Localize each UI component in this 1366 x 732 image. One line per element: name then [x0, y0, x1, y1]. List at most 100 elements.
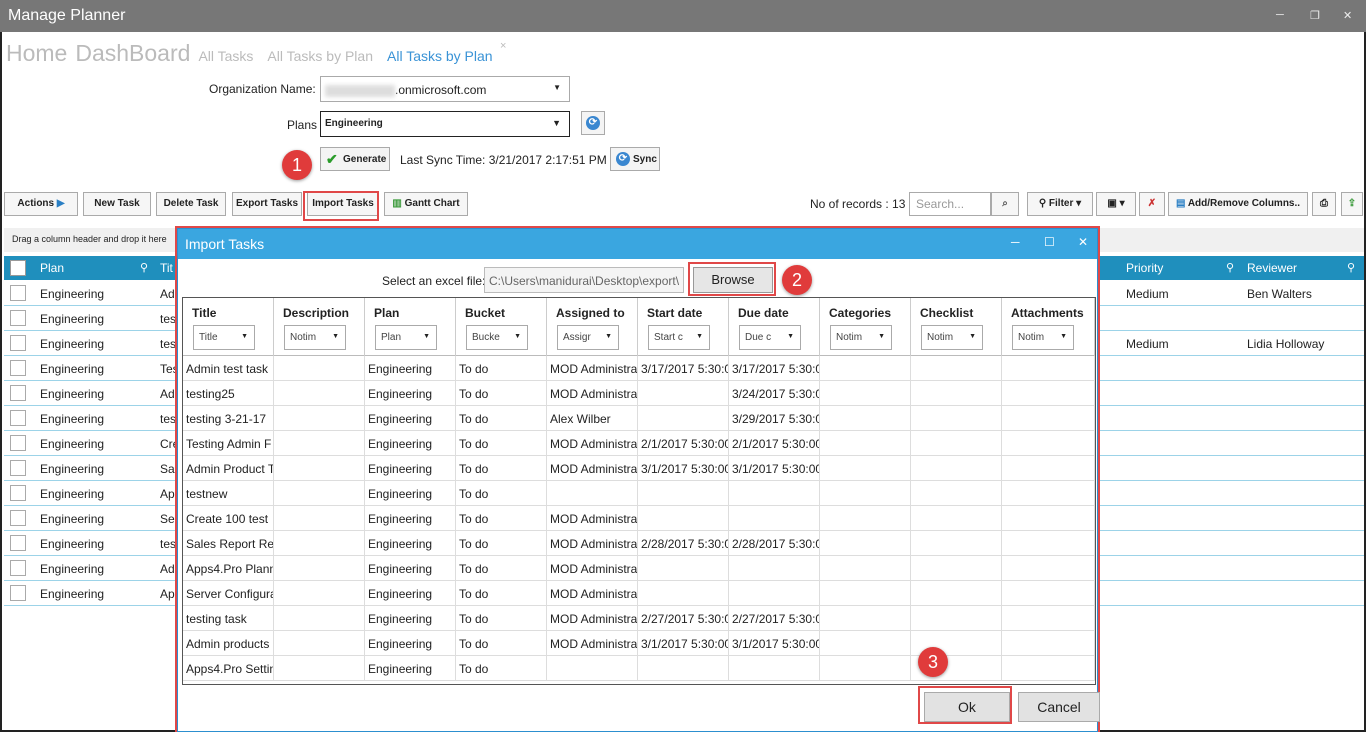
- title-column-header[interactable]: Tit: [160, 261, 173, 275]
- print-button[interactable]: ⎙: [1312, 192, 1336, 216]
- plans-select[interactable]: Engineering ▼: [320, 111, 570, 137]
- column-mapping-select[interactable]: Notim ▼: [284, 325, 346, 350]
- row-checkbox[interactable]: [10, 535, 26, 551]
- import-highlight: [303, 191, 379, 221]
- actions-button[interactable]: Actions ▶: [4, 192, 78, 216]
- filter-button[interactable]: ⚲ Filter ▾: [1027, 192, 1093, 216]
- export-tasks-button[interactable]: Export Tasks: [232, 192, 302, 216]
- nav-dashboard[interactable]: DashBoard: [75, 40, 190, 67]
- tab-all-tasks-by-plan[interactable]: All Tasks by Plan: [267, 48, 373, 64]
- plans-value: Engineering: [325, 118, 383, 129]
- column-mapping-select[interactable]: Notim ▼: [830, 325, 892, 350]
- search-button[interactable]: ⌕: [991, 192, 1019, 216]
- row-checkbox[interactable]: [10, 560, 26, 576]
- plan-column-header[interactable]: Plan: [40, 261, 64, 275]
- import-column-header[interactable]: Assigned to Assigr ▼: [547, 298, 638, 356]
- select-all-checkbox[interactable]: [10, 260, 26, 276]
- column-mapping-select[interactable]: Plan ▼: [375, 325, 437, 350]
- row-checkbox[interactable]: [10, 585, 26, 601]
- search-input[interactable]: Search...: [909, 192, 991, 216]
- cancel-button[interactable]: Cancel: [1018, 692, 1100, 722]
- import-row[interactable]: testing task Engineering To do MOD Administ…: [183, 606, 1095, 631]
- import-column-header[interactable]: Plan Plan ▼: [365, 298, 456, 356]
- chevron-down-icon: ▼: [552, 118, 561, 128]
- row-checkbox[interactable]: [10, 410, 26, 426]
- column-mapping-select[interactable]: Assigr ▼: [557, 325, 619, 350]
- import-column-header[interactable]: Bucket Bucke ▼: [456, 298, 547, 356]
- filter-icon[interactable]: ⚲: [1347, 261, 1355, 274]
- import-row[interactable]: Sales Report Re Engineering To do MOD Admin…: [183, 531, 1095, 556]
- maximize-icon[interactable]: ☐: [1044, 235, 1055, 249]
- import-row[interactable]: Apps4.Pro Settin Engineering To do: [183, 656, 1095, 681]
- import-row[interactable]: testing25 Engineering To do MOD Administra 3…: [183, 381, 1095, 406]
- import-cell: [1002, 506, 1095, 531]
- import-column-header[interactable]: Attachments Notim ▼: [1002, 298, 1095, 356]
- org-select[interactable]: .onmicrosoft.com ▼: [320, 76, 570, 102]
- row-checkbox[interactable]: [10, 360, 26, 376]
- column-mapping-select[interactable]: Bucke ▼: [466, 325, 528, 350]
- import-cell: [274, 481, 365, 506]
- tab-all-tasks[interactable]: All Tasks: [198, 48, 253, 64]
- import-row[interactable]: Admin products Engineering To do MOD Admini…: [183, 631, 1095, 656]
- import-column-header[interactable]: Start date Start c ▼: [638, 298, 729, 356]
- row-checkbox[interactable]: [10, 285, 26, 301]
- close-tab-icon[interactable]: ×: [500, 40, 506, 52]
- row-checkbox[interactable]: [10, 385, 26, 401]
- import-row[interactable]: testing 3-21-17 Engineering To do Alex Wilb…: [183, 406, 1095, 431]
- column-mapping-select[interactable]: Start c ▼: [648, 325, 710, 350]
- filter-icon[interactable]: ⚲: [1226, 261, 1234, 274]
- import-cell: [820, 431, 911, 456]
- nav-home[interactable]: Home: [6, 40, 67, 67]
- close-icon[interactable]: ✕: [1343, 9, 1352, 22]
- column-mapping-select[interactable]: Notim ▼: [921, 325, 983, 350]
- import-row[interactable]: Testing Admin F Engineering To do MOD Admin…: [183, 431, 1095, 456]
- add-remove-columns-button[interactable]: ▤ Add/Remove Columns..: [1168, 192, 1308, 216]
- close-icon[interactable]: ✕: [1078, 235, 1088, 249]
- column-mapping-select[interactable]: Notim ▼: [1012, 325, 1074, 350]
- row-checkbox[interactable]: [10, 485, 26, 501]
- priority-column-header[interactable]: Priority: [1126, 261, 1163, 275]
- column-name: Description: [283, 306, 350, 320]
- new-task-button[interactable]: New Task: [83, 192, 151, 216]
- sync-button[interactable]: ⟳ Sync: [610, 147, 660, 171]
- import-row[interactable]: testnew Engineering To do: [183, 481, 1095, 506]
- cell-plan: Engineering: [40, 562, 105, 576]
- gantt-chart-button[interactable]: ▥ Gantt Chart: [384, 192, 468, 216]
- reviewer-column-header[interactable]: Reviewer: [1247, 261, 1297, 275]
- delete-task-button[interactable]: Delete Task: [156, 192, 226, 216]
- import-row[interactable]: Admin test task Engineering To do MOD Admin…: [183, 356, 1095, 381]
- import-cell: [1002, 381, 1095, 406]
- import-column-header[interactable]: Title Title ▼: [183, 298, 274, 356]
- import-column-header[interactable]: Description Notim ▼: [274, 298, 365, 356]
- row-checkbox[interactable]: [10, 510, 26, 526]
- import-cell: To do: [456, 431, 547, 456]
- row-checkbox[interactable]: [10, 310, 26, 326]
- import-column-header[interactable]: Due date Due c ▼: [729, 298, 820, 356]
- import-cell: MOD Administra: [547, 531, 638, 556]
- minimize-icon[interactable]: ─: [1011, 235, 1020, 249]
- generate-button[interactable]: ✔ Generate: [320, 147, 390, 171]
- excel-file-path[interactable]: C:\Users\manidurai\Desktop\export\: [484, 267, 684, 293]
- cell-plan: Engineering: [40, 462, 105, 476]
- row-checkbox[interactable]: [10, 435, 26, 451]
- column-mapping-select[interactable]: Due c ▼: [739, 325, 801, 350]
- ok-highlight: [918, 686, 1012, 724]
- filter-icon[interactable]: ⚲: [140, 261, 148, 274]
- import-row[interactable]: Create 100 test Engineering To do MOD Admin…: [183, 506, 1095, 531]
- import-row[interactable]: Server Configura Engineering To do MOD Admi…: [183, 581, 1095, 606]
- minimize-icon[interactable]: ─: [1276, 9, 1284, 21]
- column-mapping-select[interactable]: Title ▼: [193, 325, 255, 350]
- restore-icon[interactable]: ❐: [1310, 9, 1320, 22]
- import-column-header[interactable]: Checklist Notim ▼: [911, 298, 1002, 356]
- row-checkbox[interactable]: [10, 460, 26, 476]
- tab-all-tasks-by-plan-active[interactable]: All Tasks by Plan: [387, 48, 493, 64]
- save-layout-button[interactable]: ▣ ▾: [1096, 192, 1136, 216]
- export-icon-button[interactable]: ⇪: [1341, 192, 1363, 216]
- import-row[interactable]: Apps4.Pro Plann Engineering To do MOD Admin…: [183, 556, 1095, 581]
- row-checkbox[interactable]: [10, 335, 26, 351]
- refresh-plans-button[interactable]: ⟳: [581, 111, 605, 135]
- clear-filter-button[interactable]: ✗: [1139, 192, 1165, 216]
- chevron-down-icon: ▼: [514, 333, 521, 340]
- import-row[interactable]: Admin Product T Engineering To do MOD Admin…: [183, 456, 1095, 481]
- import-column-header[interactable]: Categories Notim ▼: [820, 298, 911, 356]
